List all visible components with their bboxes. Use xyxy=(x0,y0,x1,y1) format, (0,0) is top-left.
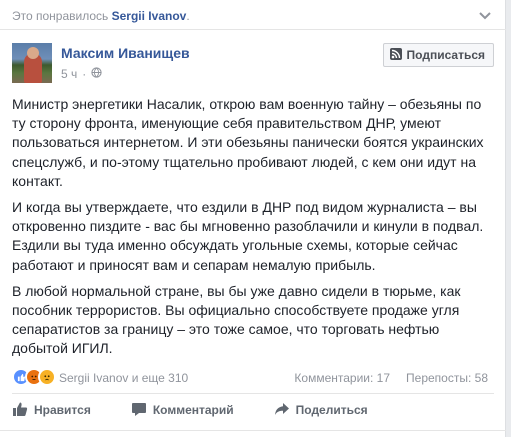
reactions-summary-link[interactable]: Sergii Ivanov и еще 310 xyxy=(59,371,188,385)
like-label: Нравится xyxy=(34,403,91,417)
post-counts: Комментарии: 17 Перепосты: 58 xyxy=(294,371,488,385)
post-actions: Нравится Комментарий Поделиться xyxy=(12,394,494,426)
post-body: Министр энергетики Насалик, открою вам в… xyxy=(12,95,498,366)
comment-label: Комментарий xyxy=(152,403,234,417)
comment-button[interactable]: Комментарий xyxy=(131,401,234,420)
post-paragraph-3: В любой нормальной стране, вы бы уже дав… xyxy=(12,282,461,357)
share-label: Поделиться xyxy=(295,403,368,417)
subscribe-label: Подписаться xyxy=(406,48,485,62)
post-time[interactable]: 5 ч xyxy=(61,67,77,81)
like-button[interactable]: Нравится xyxy=(12,401,91,420)
avatar[interactable] xyxy=(12,43,52,83)
post-meta: 5 ч · xyxy=(61,67,102,81)
rss-icon xyxy=(389,47,402,63)
divider xyxy=(0,430,506,431)
liked-by-bar: Это понравилось Sergii Ivanov. xyxy=(0,0,506,30)
post-paragraph-1: Министр энергетики Насалик, открою вам в… xyxy=(12,96,484,189)
subscribe-button[interactable]: Подписаться xyxy=(382,43,494,67)
reactions-row: Sergii Ivanov и еще 310 Комментарии: 17 … xyxy=(12,368,488,388)
comment-icon xyxy=(131,401,147,420)
avatar-head xyxy=(27,47,39,59)
share-icon xyxy=(274,401,290,420)
chevron-down-icon[interactable] xyxy=(476,6,494,24)
author-name[interactable]: Максим Иванищев xyxy=(61,45,190,61)
post-card: Это понравилось Sergii Ivanov. Максим Ив… xyxy=(0,0,506,437)
meta-separator: · xyxy=(82,67,87,81)
reaction-icons[interactable] xyxy=(12,368,56,386)
shares-count-link[interactable]: Перепосты: 58 xyxy=(406,371,488,385)
liked-prefix: Это понравилось xyxy=(12,9,109,23)
share-button[interactable]: Поделиться xyxy=(274,401,368,420)
sad-reaction-icon[interactable] xyxy=(38,368,56,386)
post-header: Максим Иванищев 5 ч · Подписаться xyxy=(12,43,494,87)
post-paragraph-2: И когда вы утверждаете, что ездили в ДНР… xyxy=(12,199,484,273)
globe-icon[interactable] xyxy=(91,67,102,81)
liked-suffix: . xyxy=(186,9,190,23)
comments-count-link[interactable]: Комментарии: 17 xyxy=(294,371,390,385)
liked-by-user-link[interactable]: Sergii Ivanov xyxy=(112,9,187,23)
thumbs-up-icon xyxy=(12,401,28,420)
